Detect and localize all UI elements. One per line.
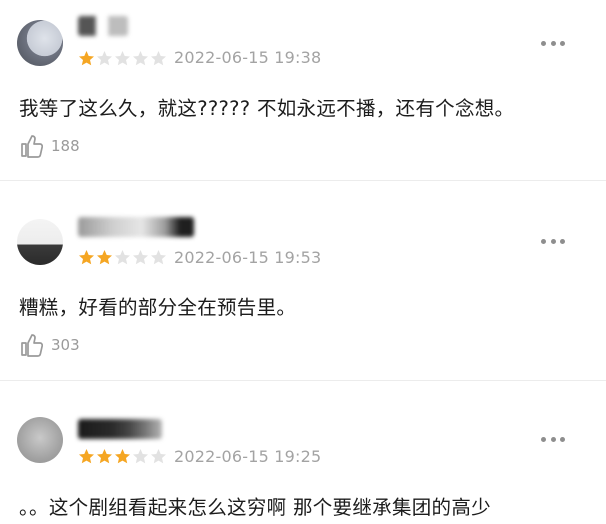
star-rating [78,448,167,466]
star-empty-icon [97,51,112,66]
star-filled-icon [115,449,130,464]
star-empty-icon [133,51,148,66]
more-dot-icon [560,436,565,442]
more-dot-icon [560,238,565,244]
comment-text: 。。这个剧组看起来怎么这穷啊 那个要继承集团的高少 [19,496,491,519]
star-empty-icon [151,449,166,464]
like-count: 303 [51,336,80,354]
avatar[interactable] [17,417,63,463]
like-button[interactable]: 188 [19,133,80,159]
star-empty-icon [151,51,166,66]
more-options-button[interactable] [541,40,565,46]
star-filled-icon [97,449,112,464]
star-filled-icon [79,449,94,464]
star-empty-icon [133,250,148,265]
username-blurred[interactable] [78,217,194,237]
comment-text: 糟糕，好看的部分全在预告里。 [19,296,297,319]
star-filled-icon [79,51,94,66]
more-dot-icon [550,436,556,442]
like-count: 188 [51,137,80,155]
like-button[interactable]: 303 [19,332,80,358]
star-empty-icon [133,449,148,464]
more-options-button[interactable] [541,238,565,244]
more-dot-icon [541,238,546,244]
star-empty-icon [115,250,130,265]
avatar[interactable] [17,219,63,265]
username-blurred[interactable] [78,419,162,439]
username-blurred[interactable] [78,16,128,36]
more-dot-icon [541,40,546,46]
comment-timestamp: 2022-06-15 19:38 [174,48,322,67]
comment-item: 2022-06-15 19:53 糟糕，好看的部分全在预告里。 303 [0,181,606,381]
avatar[interactable] [17,20,63,66]
thumbs-up-icon [21,334,44,357]
star-rating [78,249,167,267]
more-dot-icon [560,40,565,46]
more-dot-icon [550,40,556,46]
star-empty-icon [151,250,166,265]
comment-item: 2022-06-15 19:38 我等了这么久，就这????? 不如永远不播，还… [0,0,606,180]
comment-item: 2022-06-15 19:25 。。这个剧组看起来怎么这穷啊 那个要继承集团的… [0,381,606,524]
comment-timestamp: 2022-06-15 19:53 [174,248,322,267]
star-filled-icon [79,250,94,265]
star-empty-icon [115,51,130,66]
more-dot-icon [541,436,546,442]
more-options-button[interactable] [541,436,565,442]
thumbs-up-icon [21,135,44,158]
more-dot-icon [550,238,556,244]
comment-timestamp: 2022-06-15 19:25 [174,447,322,466]
comment-text: 我等了这么久，就这????? 不如永远不播，还有个念想。 [19,97,515,120]
star-rating [78,50,167,68]
star-filled-icon [97,250,112,265]
